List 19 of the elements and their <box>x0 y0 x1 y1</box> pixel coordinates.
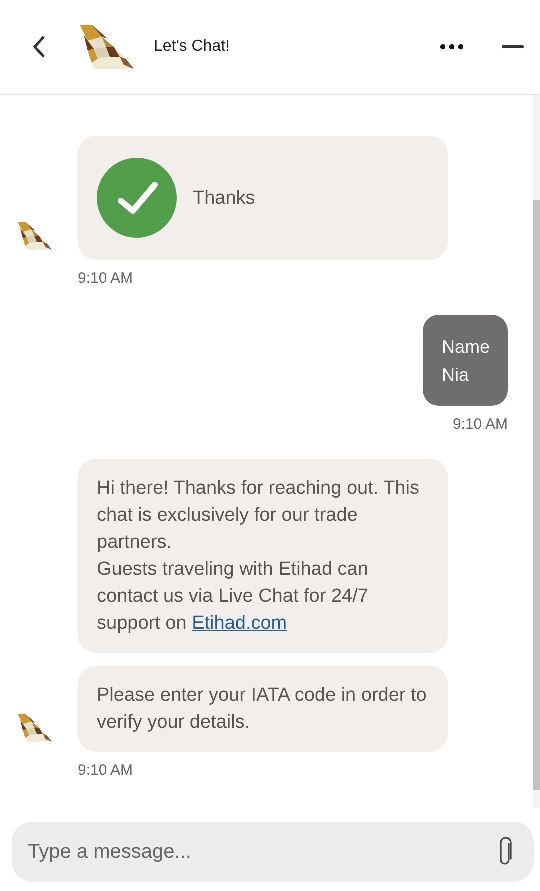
message-text: Hi there! Thanks for reaching out. This chat is exclusively for our trade partners. <box>97 477 420 555</box>
chat-title: Let's Chat! <box>154 38 230 56</box>
scrollbar[interactable] <box>533 95 540 808</box>
message-field[interactable]: Type a message... <box>12 822 534 882</box>
message-text: Please enter your IATA code in order to verify your details. <box>97 684 428 735</box>
tail-logo-icon <box>18 222 52 250</box>
paperclip-icon[interactable] <box>498 837 514 867</box>
timestamp: 9:10 AM <box>78 762 134 779</box>
checkmark-icon <box>97 158 177 238</box>
timestamp: 9:10 AM <box>452 416 508 433</box>
message-text: Guests traveling with Etihad can contact us via Live Chat for 24/7 support on Etihad.com <box>97 558 370 636</box>
message-text: Name <box>442 336 490 359</box>
timestamp: 9:10 AM <box>78 270 134 287</box>
message-text: Thanks <box>193 186 256 210</box>
message-text: Nia <box>442 364 470 387</box>
scrollbar-thumb[interactable] <box>533 200 540 790</box>
website-link[interactable]: Etihad.com <box>192 613 288 634</box>
tail-logo-icon <box>18 714 52 742</box>
tail-logo-icon <box>80 25 134 69</box>
